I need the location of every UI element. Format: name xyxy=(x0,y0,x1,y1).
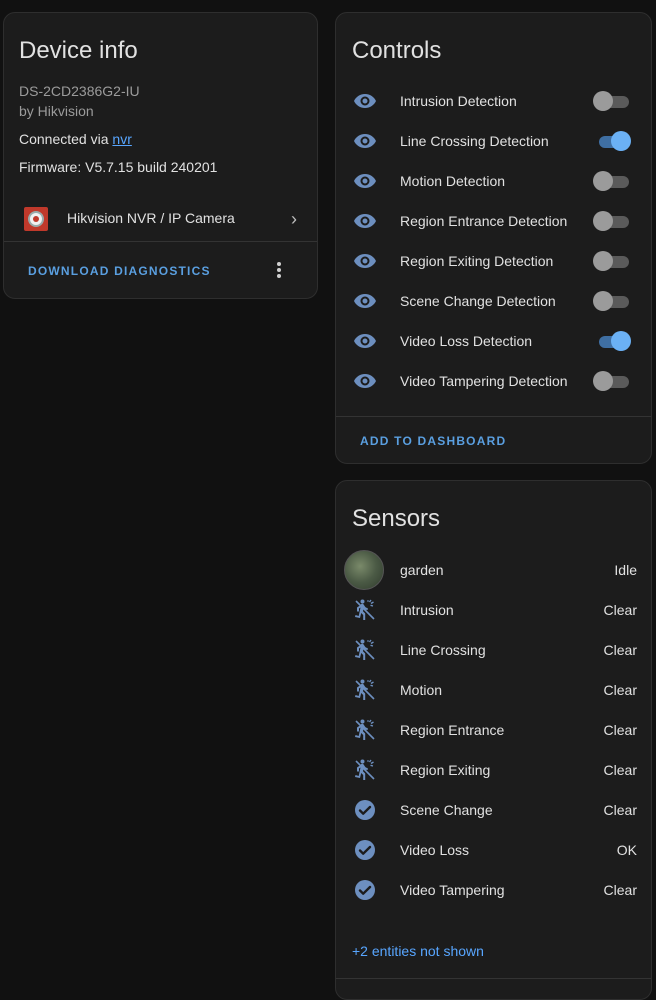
sensor-state: Clear xyxy=(603,762,637,778)
control-row[interactable]: Region Exiting Detection xyxy=(336,241,651,281)
controls-title: Controls xyxy=(352,37,442,64)
sensor-label: garden xyxy=(400,562,444,578)
chevron-right-icon: › xyxy=(291,209,297,229)
control-row[interactable]: Video Loss Detection xyxy=(336,321,651,361)
control-toggle[interactable] xyxy=(593,91,631,111)
eye-icon xyxy=(353,169,377,193)
control-row[interactable]: Motion Detection xyxy=(336,161,651,201)
sensor-label: Video Loss xyxy=(400,842,470,858)
sensors-title: Sensors xyxy=(352,505,441,532)
device-info-card: Device info DS-2CD2386G2-IU by Hikvision… xyxy=(3,12,318,299)
divider xyxy=(4,241,317,242)
sensor-label: Intrusion xyxy=(400,602,454,618)
sensor-state: Clear xyxy=(603,882,637,898)
sensor-state: Clear xyxy=(603,642,637,658)
sensors-card: Sensors garden Idle Intrusion Clear Line Cro… xyxy=(335,480,652,1000)
sensor-state: Clear xyxy=(603,602,637,618)
connected-via: Connected via nvr xyxy=(19,131,132,147)
device-model: DS-2CD2386G2-IU xyxy=(19,83,140,99)
control-toggle[interactable] xyxy=(593,131,631,151)
control-label: Line Crossing Detection xyxy=(400,133,549,149)
walk-off-icon xyxy=(353,678,377,702)
sensor-state: Idle xyxy=(614,562,637,578)
sensor-row[interactable]: Motion Clear xyxy=(336,670,651,710)
control-toggle[interactable] xyxy=(593,331,631,351)
sensor-state: Clear xyxy=(603,722,637,738)
sensor-row[interactable]: Video Loss OK xyxy=(336,830,651,870)
more-options-icon[interactable] xyxy=(277,262,281,280)
sensor-label: Scene Change xyxy=(400,802,493,818)
check-circle-icon xyxy=(353,878,377,902)
control-label: Motion Detection xyxy=(400,173,506,189)
connected-via-label: Connected via xyxy=(19,131,113,147)
control-row[interactable]: Intrusion Detection xyxy=(336,81,651,121)
check-circle-icon xyxy=(353,838,377,862)
control-label: Video Loss Detection xyxy=(400,333,533,349)
eye-icon xyxy=(353,329,377,353)
integration-label: Hikvision NVR / IP Camera xyxy=(67,210,235,226)
walk-off-icon xyxy=(353,758,377,782)
eye-icon xyxy=(353,289,377,313)
sensor-state: Clear xyxy=(603,802,637,818)
control-label: Scene Change Detection xyxy=(400,293,556,309)
control-toggle[interactable] xyxy=(593,251,631,271)
integration-row[interactable]: Hikvision NVR / IP Camera › xyxy=(4,199,317,239)
control-row[interactable]: Scene Change Detection xyxy=(336,281,651,321)
add-to-dashboard-button[interactable]: ADD TO DASHBOARD xyxy=(360,434,506,448)
control-label: Intrusion Detection xyxy=(400,93,517,109)
connected-via-link[interactable]: nvr xyxy=(112,131,131,147)
sensor-label: Line Crossing xyxy=(400,642,486,658)
sensor-label: Region Exiting xyxy=(400,762,491,778)
eye-icon xyxy=(353,89,377,113)
device-manufacturer: by Hikvision xyxy=(19,103,94,119)
control-row[interactable]: Video Tampering Detection xyxy=(336,361,651,401)
entities-not-shown-link[interactable]: +2 entities not shown xyxy=(352,943,484,959)
sensor-state: Clear xyxy=(603,682,637,698)
control-row[interactable]: Line Crossing Detection xyxy=(336,121,651,161)
sensor-row[interactable]: Intrusion Clear xyxy=(336,590,651,630)
control-toggle[interactable] xyxy=(593,211,631,231)
download-diagnostics-button[interactable]: DOWNLOAD DIAGNOSTICS xyxy=(28,264,211,278)
eye-icon xyxy=(353,209,377,233)
sensor-label: Region Entrance xyxy=(400,722,505,738)
walk-off-icon xyxy=(353,598,377,622)
divider xyxy=(336,978,651,979)
sensor-row[interactable]: Scene Change Clear xyxy=(336,790,651,830)
firmware-version: Firmware: V5.7.15 build 240201 xyxy=(19,159,218,175)
control-label: Region Exiting Detection xyxy=(400,253,554,269)
sensor-row[interactable]: Line Crossing Clear xyxy=(336,630,651,670)
control-toggle[interactable] xyxy=(593,291,631,311)
sensor-label: Video Tampering xyxy=(400,882,505,898)
walk-off-icon xyxy=(353,718,377,742)
control-label: Video Tampering Detection xyxy=(400,373,568,389)
eye-icon xyxy=(353,249,377,273)
hikvision-logo-icon xyxy=(24,207,48,231)
sensor-label: Motion xyxy=(400,682,443,698)
eye-icon xyxy=(353,129,377,153)
camera-thumbnail xyxy=(344,550,384,590)
check-circle-icon xyxy=(353,798,377,822)
control-toggle[interactable] xyxy=(593,171,631,191)
walk-off-icon xyxy=(353,638,377,662)
control-row[interactable]: Region Entrance Detection xyxy=(336,201,651,241)
sensor-row[interactable]: Video Tampering Clear xyxy=(336,870,651,910)
control-label: Region Entrance Detection xyxy=(400,213,568,229)
device-info-title: Device info xyxy=(19,37,138,64)
divider xyxy=(336,416,651,417)
sensor-state: OK xyxy=(616,842,637,858)
sensor-row[interactable]: Region Entrance Clear xyxy=(336,710,651,750)
sensor-row[interactable]: Region Exiting Clear xyxy=(336,750,651,790)
control-toggle[interactable] xyxy=(593,371,631,391)
controls-card: Controls Intrusion Detection Line Crossin… xyxy=(335,12,652,464)
sensor-row[interactable]: garden Idle xyxy=(336,550,651,590)
eye-icon xyxy=(353,369,377,393)
